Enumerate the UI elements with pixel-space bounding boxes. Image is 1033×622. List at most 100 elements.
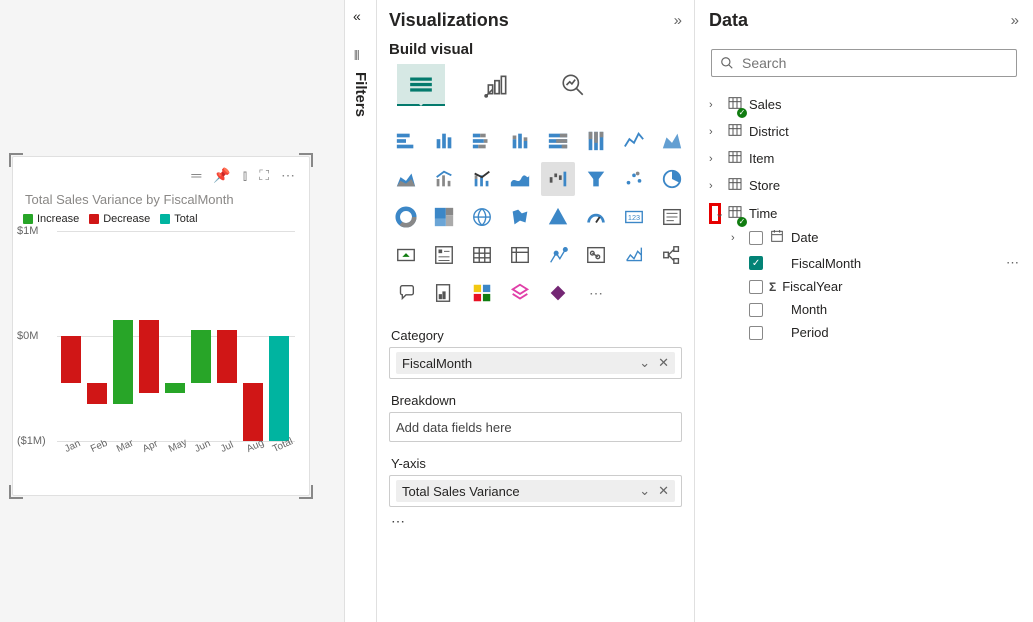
viz-decomposition[interactable]: [655, 238, 689, 272]
more-wells-icon[interactable]: ⋯: [389, 513, 682, 530]
field-checkbox[interactable]: [749, 303, 763, 317]
table-store[interactable]: › Store: [709, 176, 1019, 195]
collapse-data-icon[interactable]: »: [1011, 12, 1019, 29]
field-checkbox[interactable]: [749, 280, 763, 294]
tab-format-visual[interactable]: [473, 64, 521, 106]
selection-handle[interactable]: [299, 153, 313, 167]
viz-arcgis[interactable]: [503, 276, 537, 310]
expand-chevron-highlighted[interactable]: ⌄: [709, 203, 721, 224]
collapse-chevron-icon[interactable]: «: [353, 8, 361, 24]
visualization-gallery: 123 ⋯: [389, 124, 682, 310]
report-canvas[interactable]: ═ 📌 ⫾ ⛶ ⋯ Total Sales Variance by Fiscal…: [0, 0, 345, 622]
selection-handle[interactable]: [9, 153, 23, 167]
viz-key-influencers[interactable]: [617, 238, 651, 272]
selection-handle[interactable]: [9, 485, 23, 499]
data-pane: Data » › Sales › District › Item: [695, 0, 1033, 622]
viz-stacked-bar-horiz[interactable]: [465, 124, 499, 158]
table-time[interactable]: ⌄ Time: [709, 203, 1019, 224]
field-chip-fiscalmonth[interactable]: FiscalMonth ⌄✕: [396, 352, 675, 374]
field-period[interactable]: › Period: [731, 325, 1019, 340]
tab-build-visual[interactable]: [397, 64, 445, 106]
viz-line[interactable]: [617, 124, 651, 158]
viz-table[interactable]: [465, 238, 499, 272]
field-date[interactable]: › Date: [731, 228, 1019, 247]
viz-treemap[interactable]: [427, 200, 461, 234]
search-field[interactable]: [740, 54, 1008, 72]
viz-azure-map[interactable]: [541, 200, 575, 234]
viz-kpi[interactable]: [389, 238, 423, 272]
viz-matrix[interactable]: [503, 238, 537, 272]
pin-icon[interactable]: 📌: [213, 167, 230, 184]
filter-icon[interactable]: ⫾: [243, 167, 247, 184]
viz-line-stacked-column[interactable]: [465, 162, 499, 196]
viz-card[interactable]: 123: [617, 200, 651, 234]
field-checkbox[interactable]: [749, 326, 763, 340]
field-month[interactable]: › Month: [731, 302, 1019, 317]
table-icon: [727, 149, 743, 168]
search-input[interactable]: [711, 49, 1017, 77]
focus-icon[interactable]: ⛶: [259, 167, 269, 184]
viz-py-visual[interactable]: [579, 238, 613, 272]
table-item[interactable]: › Item: [709, 149, 1019, 168]
field-checkbox-checked[interactable]: ✓: [749, 256, 763, 270]
field-more-icon[interactable]: ⋯: [1006, 255, 1019, 271]
date-hierarchy-icon: [769, 228, 785, 247]
well-category[interactable]: FiscalMonth ⌄✕: [389, 347, 682, 379]
viz-funnel[interactable]: [579, 162, 613, 196]
svg-text:123: 123: [628, 213, 640, 222]
drill-grip-icon[interactable]: ═: [191, 167, 201, 184]
viz-area[interactable]: [655, 124, 689, 158]
viz-stacked-column[interactable]: [503, 124, 537, 158]
viz-scatter[interactable]: [617, 162, 651, 196]
viz-qa[interactable]: [389, 276, 423, 310]
viz-slicer[interactable]: [427, 238, 461, 272]
field-chip-sales-variance[interactable]: Total Sales Variance ⌄✕: [396, 480, 675, 502]
table-district[interactable]: › District: [709, 122, 1019, 141]
filters-icon: [354, 48, 359, 64]
build-visual-subtitle: Build visual: [389, 41, 682, 58]
viz-pie[interactable]: [655, 162, 689, 196]
viz-power-apps[interactable]: [541, 276, 575, 310]
chevron-down-icon[interactable]: ⌄: [639, 355, 650, 371]
chart-plot-area: $1M $0M ($1M): [57, 231, 295, 441]
viz-filled-map[interactable]: [503, 200, 537, 234]
viz-100pct-column[interactable]: [579, 124, 613, 158]
field-fiscalmonth[interactable]: › ✓ FiscalMonth ⋯: [731, 255, 1019, 271]
well-label-category: Category: [391, 328, 680, 343]
remove-field-icon[interactable]: ✕: [658, 483, 669, 499]
table-icon: [727, 95, 743, 114]
chart-title: Total Sales Variance by FiscalMonth: [25, 192, 299, 207]
selection-handle[interactable]: [299, 485, 313, 499]
viz-clustered-column[interactable]: [427, 124, 461, 158]
collapse-pane-icon[interactable]: »: [674, 12, 682, 29]
search-icon: [720, 56, 734, 70]
viz-r-visual[interactable]: [541, 238, 575, 272]
tab-analytics[interactable]: [549, 64, 597, 106]
visualizations-pane: Visualizations » Build visual: [377, 0, 695, 622]
viz-more[interactable]: ⋯: [579, 276, 613, 310]
chart-visual-waterfall[interactable]: ═ 📌 ⫾ ⛶ ⋯ Total Sales Variance by Fiscal…: [12, 156, 310, 496]
viz-map[interactable]: [465, 200, 499, 234]
field-checkbox[interactable]: [749, 231, 763, 245]
well-yaxis[interactable]: Total Sales Variance ⌄✕: [389, 475, 682, 507]
viz-narrative[interactable]: [427, 276, 461, 310]
field-fiscalyear[interactable]: › Σ FiscalYear: [731, 279, 1019, 294]
viz-stacked-area[interactable]: [389, 162, 423, 196]
viz-multirow-card[interactable]: [655, 200, 689, 234]
table-icon: [727, 176, 743, 195]
viz-waterfall[interactable]: [541, 162, 575, 196]
table-sales[interactable]: › Sales: [709, 95, 1019, 114]
well-breakdown[interactable]: Add data fields here: [389, 412, 682, 442]
viz-100pct-bar[interactable]: [541, 124, 575, 158]
viz-ribbon[interactable]: [503, 162, 537, 196]
viz-gauge[interactable]: [579, 200, 613, 234]
table-icon: [727, 122, 743, 141]
more-options-icon[interactable]: ⋯: [281, 167, 295, 184]
filters-pane-collapsed[interactable]: « Filters: [345, 0, 377, 622]
chevron-down-icon[interactable]: ⌄: [639, 483, 650, 499]
viz-paginated[interactable]: [465, 276, 499, 310]
viz-donut[interactable]: [389, 200, 423, 234]
remove-field-icon[interactable]: ✕: [658, 355, 669, 371]
viz-stacked-bar[interactable]: [389, 124, 423, 158]
viz-line-column[interactable]: [427, 162, 461, 196]
